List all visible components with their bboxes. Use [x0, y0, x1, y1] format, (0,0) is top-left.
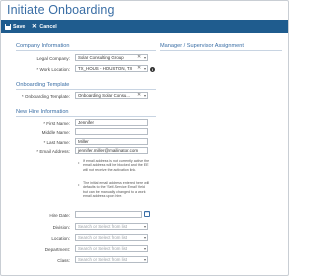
- chevron-down-icon[interactable]: ▾: [144, 257, 146, 262]
- location-select[interactable]: Search or Select from list ▾: [75, 234, 148, 241]
- email-note-1: If email address is not currently active…: [83, 159, 150, 172]
- company-info-divider: [16, 50, 156, 51]
- close-icon: ✕: [31, 23, 37, 30]
- save-button[interactable]: Save: [5, 23, 26, 30]
- last-name-label: * Last Name:: [43, 140, 70, 145]
- company-info-heading: Company Information: [16, 43, 70, 49]
- legal-company-select[interactable]: Solar Consulting Group ✕ ▾: [75, 54, 148, 61]
- hire-date-field[interactable]: [75, 211, 142, 218]
- onboarding-template-value: Onboarding Solar Consu...: [78, 93, 130, 98]
- clear-icon[interactable]: ✕: [137, 93, 141, 98]
- division-placeholder: Search or Select from list: [78, 224, 128, 229]
- note-bullet: •: [78, 182, 80, 187]
- email-label: * Email Address:: [36, 149, 70, 154]
- work-location-value: TX_HOUS - HOUSTON, TX: [78, 66, 133, 71]
- work-location-label: * Work Location:: [36, 67, 70, 72]
- chevron-down-icon[interactable]: ▾: [144, 235, 146, 240]
- legal-company-value: Solar Consulting Group: [78, 55, 124, 60]
- clear-icon[interactable]: ✕: [137, 66, 141, 71]
- email-note-2: The initial email address entered here w…: [83, 181, 150, 199]
- onboarding-window: Initiate Onboarding Save ✕ Cancel Compan…: [0, 0, 289, 276]
- onboarding-template-heading: Onboarding Template: [16, 82, 70, 88]
- division-select[interactable]: Search or Select from list ▾: [75, 223, 148, 230]
- class-select[interactable]: Search or Select from list ▾: [75, 256, 148, 263]
- class-label: Class:: [57, 258, 70, 263]
- manager-divider: [160, 50, 282, 51]
- toolbar: Save ✕ Cancel: [1, 20, 288, 33]
- cancel-button[interactable]: ✕ Cancel: [31, 23, 57, 30]
- middle-name-field[interactable]: [75, 128, 148, 135]
- location-placeholder: Search or Select from list: [78, 235, 128, 240]
- chevron-down-icon[interactable]: ▾: [144, 55, 146, 60]
- onboarding-template-label: * Onboarding Template:: [21, 94, 70, 99]
- first-name-label: * First Name:: [43, 121, 70, 126]
- middle-name-label: Middle Name:: [41, 130, 70, 135]
- legal-company-label: Legal Company:: [36, 56, 70, 61]
- cancel-label: Cancel: [39, 23, 57, 30]
- location-label: Location:: [51, 236, 70, 241]
- chevron-down-icon[interactable]: ▾: [144, 66, 146, 71]
- email-field[interactable]: jennifer.miller@mailinator.com: [75, 147, 148, 154]
- save-icon: [5, 23, 11, 30]
- save-label: Save: [13, 23, 26, 30]
- department-select[interactable]: Search or Select from list ▾: [75, 245, 148, 252]
- onboarding-template-select[interactable]: Onboarding Solar Consu... ✕ ▾: [75, 92, 148, 99]
- department-label: Department:: [44, 247, 70, 252]
- info-icon[interactable]: i: [150, 67, 155, 72]
- class-placeholder: Search or Select from list: [78, 257, 128, 262]
- onboarding-template-divider: [16, 89, 156, 90]
- chevron-down-icon[interactable]: ▾: [144, 93, 146, 98]
- manager-heading: Manager / Supervisor Assignment: [160, 43, 244, 49]
- new-hire-divider: [16, 116, 156, 117]
- chevron-down-icon[interactable]: ▾: [144, 224, 146, 229]
- note-bullet: •: [78, 160, 80, 165]
- first-name-field[interactable]: Jennifer: [75, 119, 148, 126]
- division-label: Division:: [52, 225, 70, 230]
- department-placeholder: Search or Select from list: [78, 246, 128, 251]
- last-name-field[interactable]: Miller: [75, 138, 148, 145]
- calendar-icon[interactable]: [144, 211, 150, 217]
- clear-icon[interactable]: ✕: [137, 55, 141, 60]
- new-hire-heading: New Hire Information: [16, 109, 69, 115]
- page-title: Initiate Onboarding: [7, 3, 115, 17]
- chevron-down-icon[interactable]: ▾: [144, 246, 146, 251]
- hire-date-label: Hire Date:: [49, 213, 70, 218]
- work-location-select[interactable]: TX_HOUS - HOUSTON, TX ✕ ▾: [75, 65, 148, 72]
